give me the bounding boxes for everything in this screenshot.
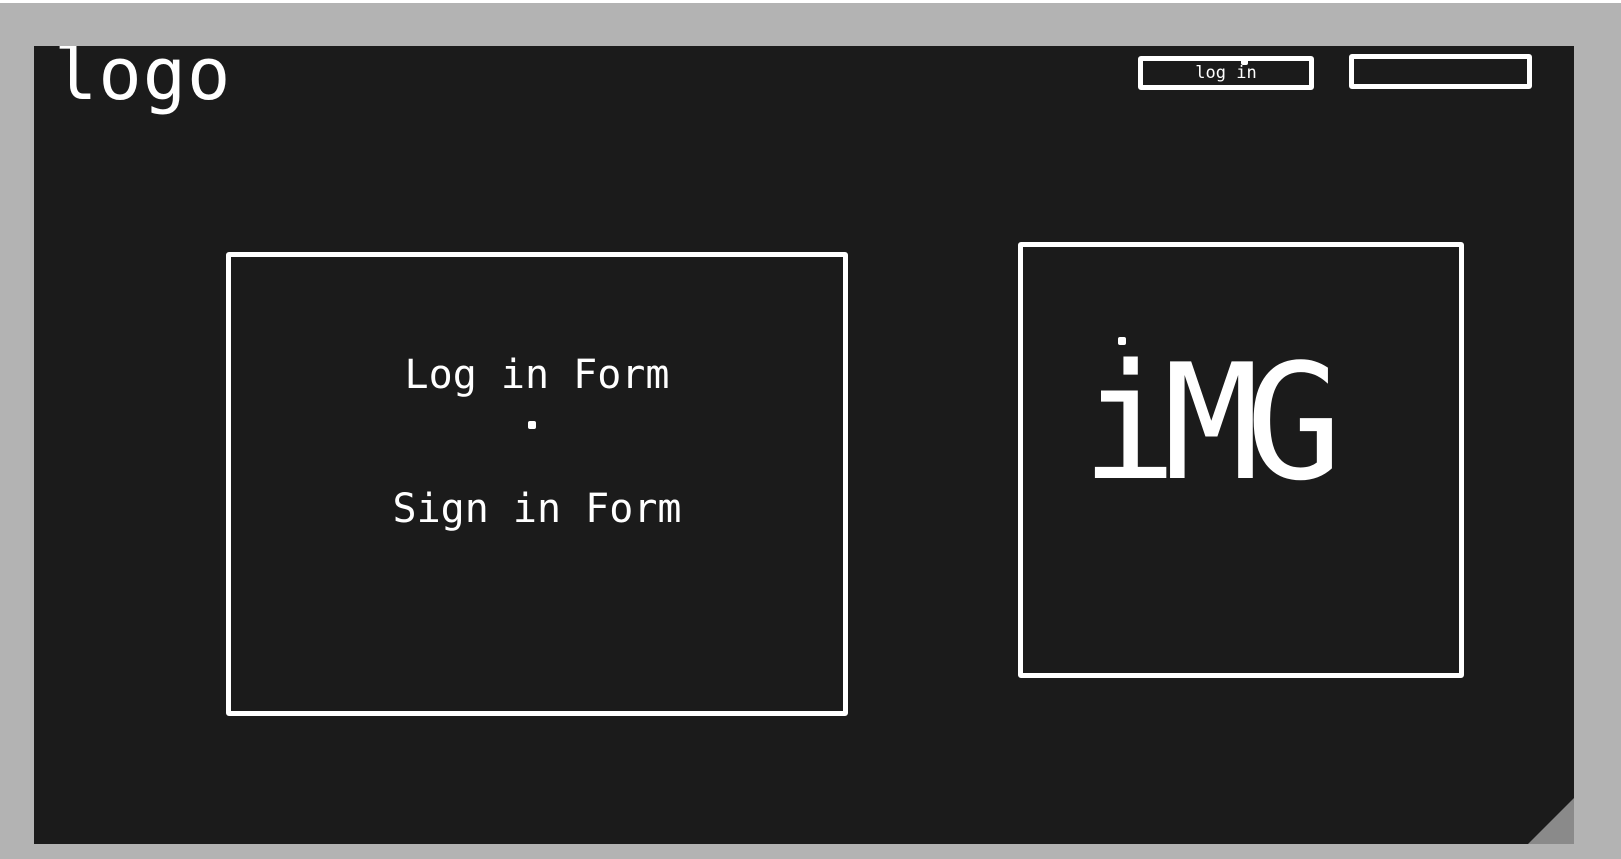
signin-form-label: Sign in Form — [392, 486, 682, 532]
login-button[interactable]: log in — [1138, 56, 1314, 90]
app-frame: logo log in Log in Form Sign in Form iMG — [0, 0, 1621, 859]
top-border — [0, 0, 1621, 3]
login-form-label: Log in Form — [404, 352, 670, 398]
second-header-button[interactable] — [1349, 54, 1532, 89]
form-separator-dot — [528, 421, 536, 429]
logo[interactable]: logo — [54, 46, 231, 110]
form-panel[interactable]: Log in Form Sign in Form — [226, 252, 848, 716]
image-placeholder: iMG — [1018, 242, 1464, 678]
wireframe-canvas: logo log in Log in Form Sign in Form iMG — [34, 46, 1574, 844]
resize-handle[interactable] — [1528, 798, 1574, 844]
image-placeholder-label: iMG — [1081, 329, 1342, 516]
login-button-marker — [1241, 58, 1248, 65]
